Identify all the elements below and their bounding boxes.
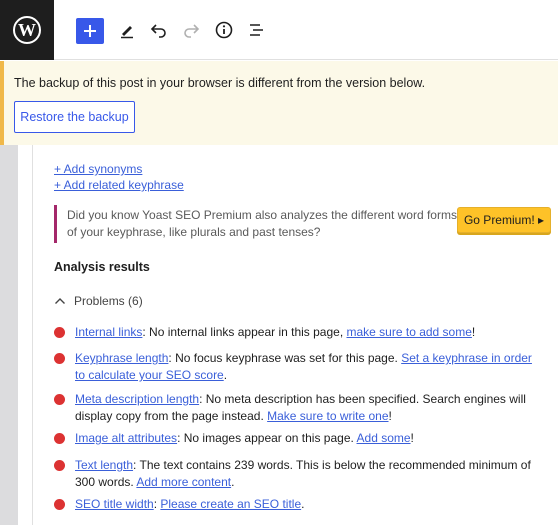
result-internal-links: Internal links: No internal links appear… [54, 324, 544, 344]
problem-bullet-icon [54, 353, 65, 364]
write-meta-description-link[interactable]: Make sure to write one [267, 409, 388, 423]
info-icon [215, 21, 233, 39]
wordpress-icon: W [13, 16, 41, 44]
go-premium-button[interactable]: Go Premium! ▸ [457, 207, 551, 233]
result-tail: . [223, 368, 228, 382]
problems-label: Problems (6) [74, 294, 143, 308]
list-view-icon [250, 24, 263, 36]
result-tail: ! [388, 409, 392, 423]
seo-title-width-link[interactable]: SEO title width [75, 497, 154, 511]
restore-backup-button[interactable]: Restore the backup [14, 101, 135, 133]
result-tail: ! [410, 431, 414, 445]
result-tail: . [231, 475, 235, 489]
editor-gutter [0, 145, 18, 525]
editor-toolbar: W [0, 0, 558, 60]
problem-bullet-icon [54, 327, 65, 338]
add-block-button[interactable] [76, 18, 104, 44]
premium-line-2: of your keyphrase, like plurals and past… [67, 225, 321, 239]
panel-divider [32, 145, 33, 525]
problem-bullet-icon [54, 499, 65, 510]
create-seo-title-link[interactable]: Please create an SEO title [160, 497, 301, 511]
result-tail: ! [471, 325, 476, 339]
result-text: : No internal links appear in this page, [142, 325, 347, 339]
analysis-results-heading: Analysis results [54, 260, 150, 274]
notice-message: The backup of this post in your browser … [14, 76, 426, 90]
result-meta-description: Meta description length: No meta descrip… [54, 391, 544, 427]
add-more-content-link[interactable]: Add more content [136, 475, 231, 489]
svg-text:W: W [18, 20, 36, 40]
add-internal-links-link[interactable]: make sure to add some [347, 325, 472, 339]
redo-button[interactable] [176, 15, 206, 45]
meta-description-length-link[interactable]: Meta description length [75, 392, 199, 406]
add-synonyms-link[interactable]: + Add synonyms [54, 162, 142, 176]
result-text-length: Text length: The text contains 239 words… [54, 457, 544, 493]
problem-bullet-icon [54, 460, 65, 471]
add-images-link[interactable]: Add some [357, 431, 411, 445]
premium-line-1: Did you know Yoast SEO Premium also anal… [67, 208, 457, 222]
problem-bullet-icon [54, 394, 65, 405]
result-text: : No focus keyphrase was set for this pa… [168, 351, 402, 365]
undo-button[interactable] [144, 15, 174, 45]
result-seo-title-width: SEO title width: Please create an SEO ti… [54, 496, 544, 516]
list-view-button[interactable] [242, 15, 272, 45]
result-image-alt: Image alt attributes: No images appear o… [54, 430, 544, 450]
undo-icon [150, 24, 166, 38]
tools-button[interactable] [112, 15, 142, 45]
backup-notice: The backup of this post in your browser … [0, 61, 558, 145]
result-tail: . [301, 497, 305, 511]
text-length-link[interactable]: Text length [75, 458, 133, 472]
image-alt-attributes-link[interactable]: Image alt attributes [75, 431, 177, 445]
add-related-keyphrase-link[interactable]: + Add related keyphrase [54, 178, 184, 192]
problem-bullet-icon [54, 433, 65, 444]
details-button[interactable] [209, 15, 239, 45]
problems-toggle[interactable]: Problems (6) [54, 294, 143, 308]
plus-icon [84, 25, 96, 37]
redo-icon [184, 24, 200, 38]
keyphrase-length-link[interactable]: Keyphrase length [75, 351, 168, 365]
premium-upsell: Did you know Yoast SEO Premium also anal… [54, 205, 551, 243]
chevron-up-icon [55, 298, 65, 304]
result-text: : No images appear on this page. [177, 431, 357, 445]
internal-links-link[interactable]: Internal links [75, 325, 142, 339]
pen-icon [121, 26, 133, 39]
result-keyphrase-length: Keyphrase length: No focus keyphrase was… [54, 350, 544, 386]
wordpress-logo[interactable]: W [0, 0, 54, 60]
premium-message: Did you know Yoast SEO Premium also anal… [67, 207, 457, 241]
